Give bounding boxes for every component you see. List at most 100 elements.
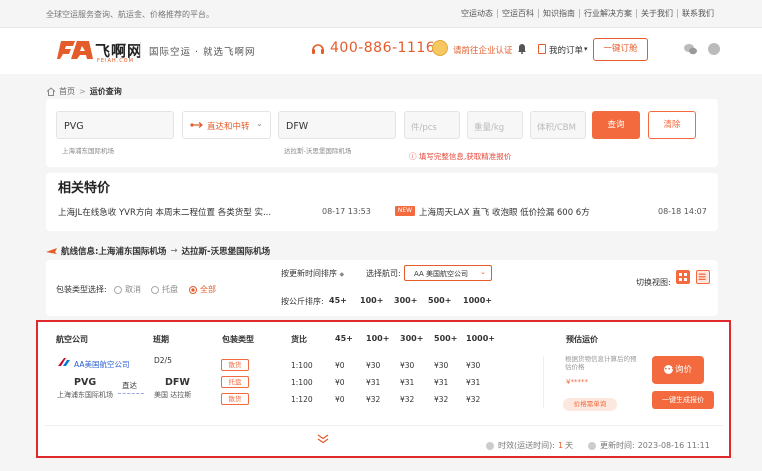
destination-city: 美国 达拉斯 [154,391,192,399]
top-link-wiki[interactable]: 空运百科 [498,9,539,18]
chevron-down-icon: ⌄ [256,119,263,128]
sort-by-time-label: 按更新时间排序 [281,269,337,278]
price-sort-100[interactable]: 100+ [360,296,383,305]
price-cell-100: ¥31 [366,378,381,387]
top-link-news[interactable]: 空运动态 [457,9,498,18]
airline-select[interactable]: AA 美国航空公司 ⌄ [404,265,492,281]
origin-value: PVG [64,121,84,132]
update-time: 更新时间: 2023-08-16 11:11 [588,440,710,451]
header-airline: 航空公司 [56,335,88,344]
radio-label: 取消 [125,285,141,294]
search-hint-text: 填写完整信息,获取精准报价 [418,152,512,161]
american-airlines-logo-icon [58,358,70,366]
price-sort-500[interactable]: 500+ [428,296,451,305]
sort-by-time[interactable]: 按更新时间排序 ◆ [281,268,344,279]
logo-mark-icon[interactable] [57,39,93,61]
price-cell-1000: ¥30 [466,361,481,370]
airline-name-link[interactable]: AA美国航空公司 [74,359,129,370]
header-1000: 1000+ [466,334,495,343]
route-info-origin: 上海浦东国际机场 [98,247,167,257]
generate-quote-button[interactable]: 一键生成报价 [652,391,714,409]
weibo-icon[interactable] [708,43,720,55]
my-orders-menu[interactable]: 我的订单 [549,44,583,56]
site-header: 飞啊网 FEIAH.COM 国际空运 · 就选飞啊网 400-886-1116 … [0,28,762,74]
price-sort-label: 按公斤排序: [281,297,324,306]
chevron-down-icon: ⌄ [480,268,486,276]
destination-value: DFW [286,121,309,132]
breadcrumb-home[interactable]: 首页 [59,86,75,97]
header-package: 包装类型 [222,335,254,344]
clock-icon [588,441,596,450]
deals-title: 相关特价 [58,181,111,196]
radio-dot [189,285,197,294]
origin-airport-name: 上海浦东国际机场 [62,147,114,155]
header-estimate: 预估运价 [566,335,598,344]
header-45: 45+ [335,334,353,343]
origin-city: 上海浦东国际机场 [57,391,113,399]
package-radio-all[interactable]: 全部 [189,284,216,295]
header-tagline: 国际空运 · 就选飞啊网 [149,47,256,58]
direct-label: 直达 [122,381,137,390]
top-links: 空运动态 空运百科 知识指南 行业解决方案 关于我们 联系我们 [457,9,718,18]
transit-time-unit: 天 [565,441,574,450]
grid-view-icon[interactable] [676,270,690,284]
enterprise-cert-link[interactable]: 请前往企业认证 [453,44,513,56]
chevron-down-icon: ▾ [584,45,588,53]
user-avatar[interactable] [432,40,448,56]
view-switch-label: 切换视图: [636,278,671,287]
estimate-note: 根据货物信息计算后的预估价格 [565,355,637,371]
top-link-contact[interactable]: 联系我们 [678,9,718,18]
weight-input[interactable]: 重量/kg [467,111,523,139]
top-link-guide[interactable]: 知识指南 [539,9,580,18]
destination-input[interactable]: DFW [278,111,396,139]
package-radio-cancel[interactable]: 取消 [114,284,141,295]
route-info-label: 航线信息: [61,247,99,257]
price-cell-100: ¥32 [366,395,381,404]
destination-code: DFW [165,377,190,388]
radio-label: 托盘 [162,285,178,294]
airline-select-value: AA 美国航空公司 [414,270,468,278]
top-link-about[interactable]: 关于我们 [637,9,678,18]
schedule-value: D2/5 [154,356,172,365]
route-info-destination: 达拉斯-沃思堡国际机场 [181,247,271,257]
price-cell-45: ¥0 [335,361,345,370]
price-cell-45: ¥0 [335,378,345,387]
breadcrumb-current: 运价查询 [89,87,122,96]
transit-time-value: 1 [557,441,564,450]
transit-time-label: 时效(运送时间): [498,441,555,450]
query-button[interactable]: 查询 [592,111,640,139]
list-view-icon[interactable] [696,270,710,284]
route-info: 航线信息: 上海浦东国际机场 → 达拉斯-沃思堡国际机场 [46,245,270,257]
price-cell-500: ¥31 [434,378,449,387]
headset-icon [312,44,324,54]
price-sort-45[interactable]: 45+ [329,296,347,305]
price-inquiry-tag[interactable]: 价格需单询 [563,398,617,411]
pieces-placeholder: 件/pcs [411,123,437,133]
price-sort-300[interactable]: 300+ [394,296,417,305]
price-cell-1000: ¥31 [466,378,481,387]
header-300: 300+ [400,334,424,343]
logo-domain: FEIAH.COM [97,58,134,64]
expand-chevron-icon[interactable] [317,434,329,444]
ask-price-button[interactable]: •••询价 [652,356,704,384]
pieces-input[interactable]: 件/pcs [404,111,460,139]
price-sort-1000[interactable]: 1000+ [463,296,492,305]
deal-item-text[interactable]: 上海JL在线急收 YVR方向 本周末二程位置 各类货型 实... [58,206,271,218]
package-radio-pallet[interactable]: 托盘 [151,284,178,295]
deal-item-text[interactable]: 上海周天LAX 直飞 收泡眼 低价捡漏 600 6方 [419,206,590,218]
breadcrumb-separator: > [79,87,86,96]
search-hint: ⓘ 填写完整信息,获取精准报价 [409,152,512,161]
bell-icon[interactable] [516,42,528,54]
clear-button[interactable]: 清除 [648,111,696,139]
price-cell-1000: ¥32 [466,395,481,404]
origin-input[interactable]: PVG [56,111,174,139]
radio-dot [114,285,122,294]
order-icon [538,44,546,54]
package-type-label: 包装类型选择: [56,285,107,294]
top-bar: 全球空运服务查询、航运金、价格推荐的平台。 空运动态 空运百科 知识指南 行业解… [0,0,762,28]
volume-input[interactable]: 体积/CBM [530,111,586,139]
top-link-solutions[interactable]: 行业解决方案 [580,9,637,18]
wechat-icon[interactable] [684,43,697,55]
quick-book-button[interactable]: 一键订舱 [593,38,648,61]
breadcrumb: 首页 > 运价查询 [46,86,122,97]
